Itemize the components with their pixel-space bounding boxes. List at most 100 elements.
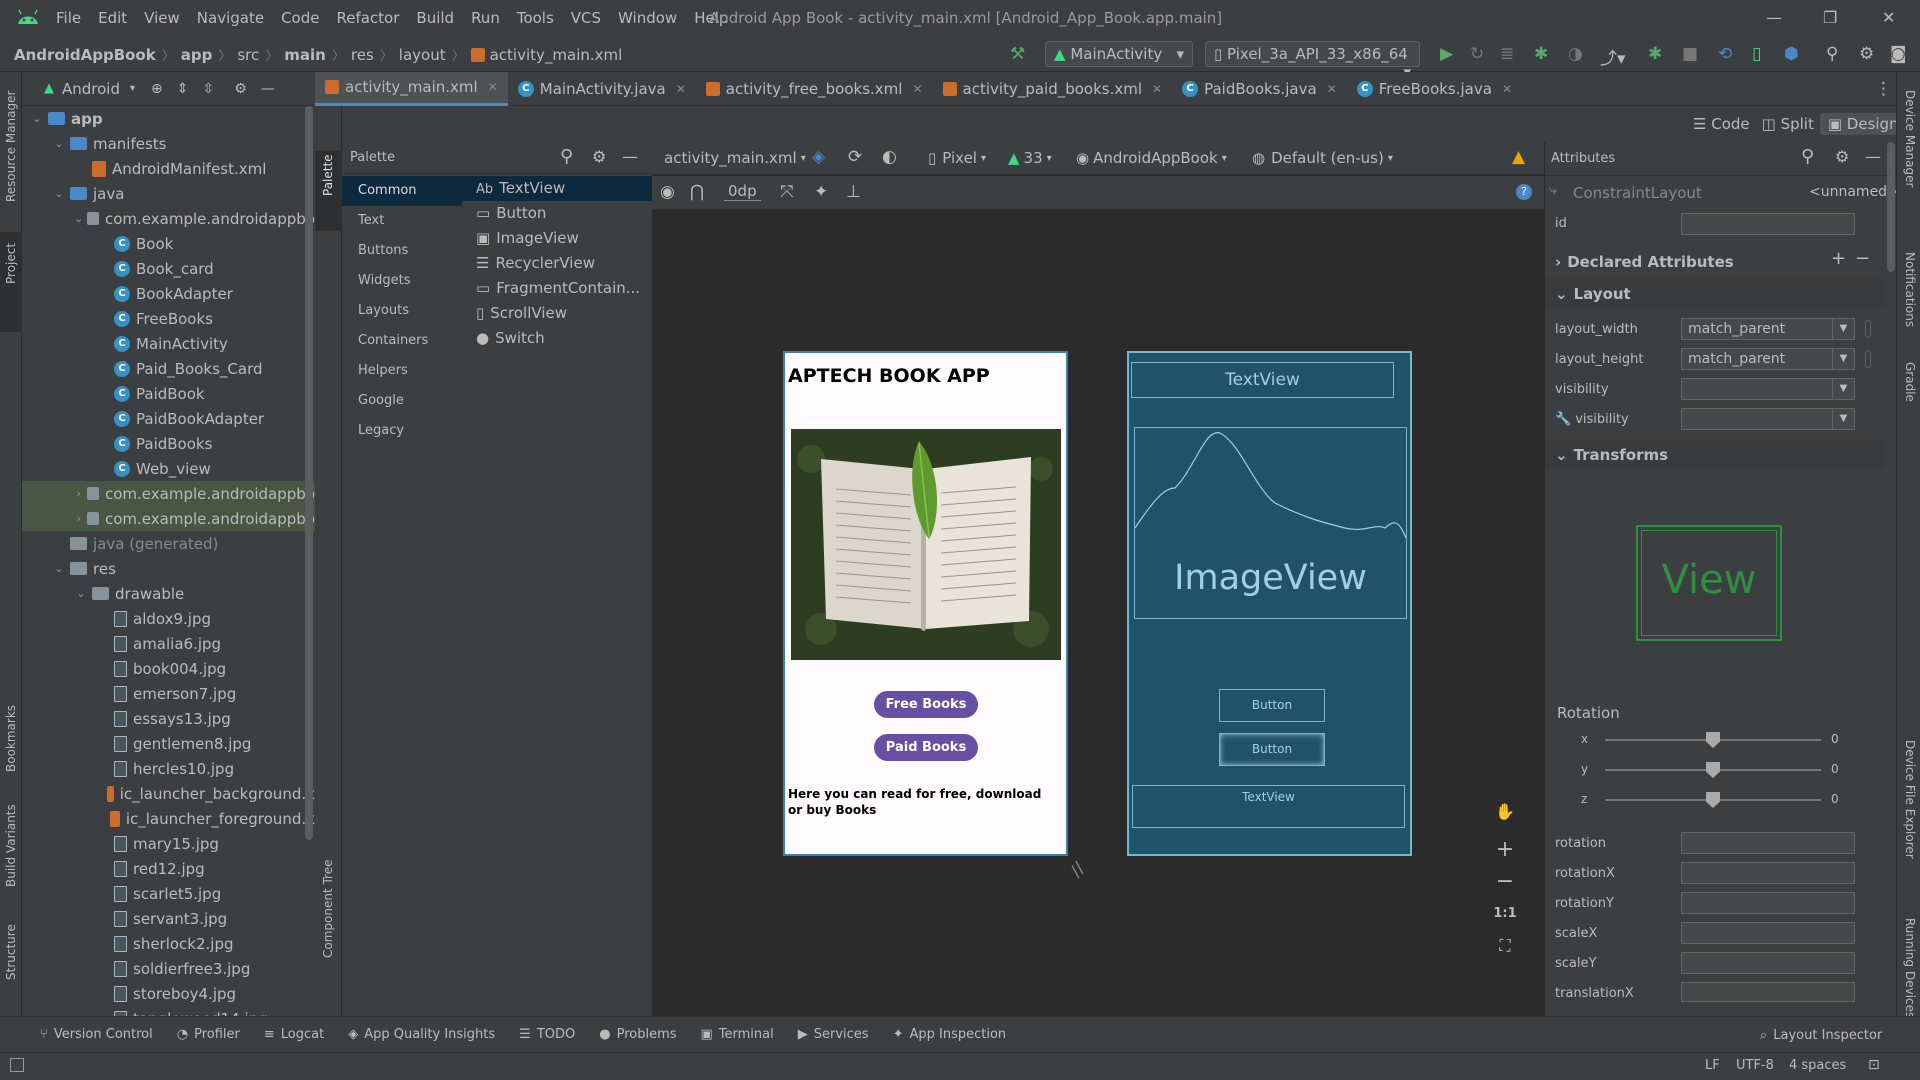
device-preview-select[interactable]: ▯ Pixel ▾ [928, 149, 986, 167]
attach-debugger-icon[interactable]: ⤴▾ [1600, 44, 1626, 69]
tree-item[interactable]: sherlock2.jpg [22, 931, 315, 956]
blueprint-textview[interactable]: TextView [1131, 362, 1394, 398]
maximize-icon[interactable]: ❐ [1823, 8, 1837, 27]
id-input[interactable] [1681, 213, 1855, 235]
tab-activity-free-books[interactable]: activity_free_books.xml ✕ [696, 72, 933, 106]
debug-attach-icon[interactable]: ✱ [1648, 44, 1662, 64]
zoom-actual-size-button[interactable]: 1:1 [1485, 898, 1525, 930]
tree-item[interactable]: red12.jpg [22, 856, 315, 881]
lock-icon[interactable]: ⊡ [1868, 1057, 1880, 1073]
menu-tools[interactable]: Tools [517, 9, 554, 27]
apply-changes-icon[interactable]: ↻ [1470, 44, 1484, 64]
component-tree-tab[interactable]: Component Tree [321, 860, 335, 958]
tree-item[interactable]: C PaidBook [22, 381, 315, 406]
app-inspection-tool[interactable]: ✦ App Inspection [893, 1027, 1007, 1042]
chevron-down-icon[interactable]: ⌄ [52, 137, 66, 150]
menu-window[interactable]: Window [618, 9, 677, 27]
menu-file[interactable]: File [56, 9, 81, 27]
rotation-z-knob[interactable] [1706, 792, 1720, 808]
chevron-right-icon[interactable]: › [74, 512, 83, 525]
scale-x-input[interactable] [1681, 922, 1855, 944]
chevron-down-icon[interactable]: ⌄ [52, 562, 66, 575]
version-control-tool[interactable]: ⑂ Version Control [40, 1027, 153, 1042]
run-config-select[interactable]: ▲ MainActivity ▾ [1045, 41, 1193, 67]
attribute-resource-picker-icon[interactable] [1865, 350, 1871, 368]
default-margin-field[interactable]: 0dp [724, 182, 761, 201]
attribute-resource-picker-icon[interactable] [1865, 320, 1871, 338]
attributes-scrollbar[interactable] [1887, 142, 1895, 272]
palette-item-scrollview[interactable]: ▯ ScrollView [462, 301, 652, 326]
book-imageview[interactable] [791, 429, 1061, 660]
more-vertical-icon[interactable]: ⋮ [1875, 79, 1892, 99]
profiler-tool[interactable]: ◔ Profiler [177, 1027, 240, 1042]
layout-height-select[interactable]: match_parent ▼ [1681, 348, 1855, 370]
tab-paid-books[interactable]: C PaidBooks.java ✕ [1172, 72, 1347, 106]
expand-all-icon[interactable]: ⇕ [177, 81, 189, 97]
tree-scrollbar[interactable] [305, 106, 313, 840]
rotation-y-input[interactable] [1681, 892, 1855, 914]
api-level-select[interactable]: ▲ 33 ▾ [1008, 149, 1052, 167]
clear-constraints-icon[interactable]: ⤧ [780, 182, 794, 202]
sync-gradle-icon[interactable]: ⟲ [1718, 44, 1732, 64]
palette-item-fragmentcontainer[interactable]: ▭ FragmentContain... [462, 276, 652, 301]
tree-item[interactable]: aldox9.jpg [22, 606, 315, 631]
tree-item[interactable]: emerson7.jpg [22, 681, 315, 706]
night-mode-icon[interactable]: ◐ [882, 147, 897, 167]
device-manager-icon[interactable]: ▯ [1752, 44, 1761, 64]
tree-item[interactable]: ic_launcher_foreground.x [22, 806, 315, 831]
tree-item[interactable]: ⌄ com.example.androidappbo [22, 206, 315, 231]
tree-item[interactable]: scarlet5.jpg [22, 881, 315, 906]
tree-item[interactable]: book004.jpg [22, 656, 315, 681]
palette-category[interactable]: Helpers [342, 356, 462, 386]
menu-run[interactable]: Run [471, 9, 500, 27]
tree-item[interactable]: essays13.jpg [22, 706, 315, 731]
stop-icon[interactable]: ■ [1682, 44, 1698, 64]
chevron-right-icon[interactable]: › [74, 487, 83, 500]
gradle-tab[interactable]: Gradle [1903, 362, 1917, 402]
split-view-button[interactable]: ◫ Split [1756, 113, 1820, 135]
theme-select[interactable]: ◉ AndroidAppBook ▾ [1076, 149, 1227, 167]
resource-manager-tab[interactable]: Resource Manager [4, 91, 18, 202]
design-view-button[interactable]: ▣ Design [1819, 113, 1907, 135]
palette-category[interactable]: Legacy [342, 416, 462, 446]
close-window-icon[interactable]: ✕ [1882, 8, 1895, 27]
rotation-x-input[interactable] [1681, 862, 1855, 884]
menu-view[interactable]: View [144, 9, 180, 27]
palette-category[interactable]: Common [342, 176, 462, 206]
profile-icon[interactable]: ◑ [1568, 44, 1583, 64]
toggle-tool-windows-icon[interactable] [10, 1058, 24, 1072]
phone-preview[interactable]: APTECH BOOK APP Free Books Paid Books He… [783, 351, 1068, 856]
search-icon[interactable]: ⚲ [1801, 146, 1814, 167]
blueprint-textview-2[interactable]: TextView [1132, 785, 1405, 828]
close-icon[interactable]: ✕ [1502, 82, 1512, 96]
logcat-tool[interactable]: ≡ Logcat [264, 1027, 324, 1042]
palette-item-button[interactable]: ▭ Button [462, 201, 652, 226]
tools-visibility-select[interactable]: ▼ [1681, 408, 1855, 430]
tree-item[interactable]: ic_launcher_background.x [22, 781, 315, 806]
blueprint-button-paid[interactable]: Button [1219, 733, 1325, 766]
layout-section[interactable]: ⌄ Layout [1545, 278, 1885, 308]
close-icon[interactable]: ✕ [912, 82, 922, 96]
tree-item[interactable]: › com.example.androidappbo [22, 506, 315, 531]
tab-activity-main[interactable]: activity_main.xml ✕ [315, 71, 508, 106]
device-manager-tab[interactable]: Device Manager [1903, 90, 1917, 187]
zoom-to-fit-icon[interactable]: ⛶ [1485, 930, 1525, 962]
tab-activity-paid-books[interactable]: activity_paid_books.xml ✕ [933, 72, 1173, 106]
autoconnect-magnet-icon[interactable]: ⋂ [690, 182, 704, 202]
help-icon[interactable]: ? [1516, 184, 1532, 200]
chevron-down-icon[interactable]: ⌄ [74, 587, 88, 600]
collapse-all-icon[interactable]: ⇳ [203, 81, 215, 97]
palette-settings-icon[interactable]: ⚙ [592, 147, 606, 166]
rotation-input[interactable] [1681, 832, 1855, 854]
tree-item[interactable]: gentlemen8.jpg [22, 731, 315, 756]
hide-panel-icon[interactable]: — [261, 81, 275, 97]
hide-panel-icon[interactable]: — [1865, 147, 1881, 166]
palette-item-imageview[interactable]: ▣ ImageView [462, 226, 652, 251]
terminal-tool[interactable]: ▣ Terminal [701, 1027, 774, 1042]
tree-item[interactable]: hercles10.jpg [22, 756, 315, 781]
guidelines-icon[interactable]: ⊥ [846, 182, 861, 202]
tree-item[interactable]: java (generated) [22, 531, 315, 556]
close-icon[interactable]: ✕ [1327, 82, 1337, 96]
breadcrumb-src[interactable]: src [237, 46, 259, 64]
close-icon[interactable]: ✕ [676, 82, 686, 96]
